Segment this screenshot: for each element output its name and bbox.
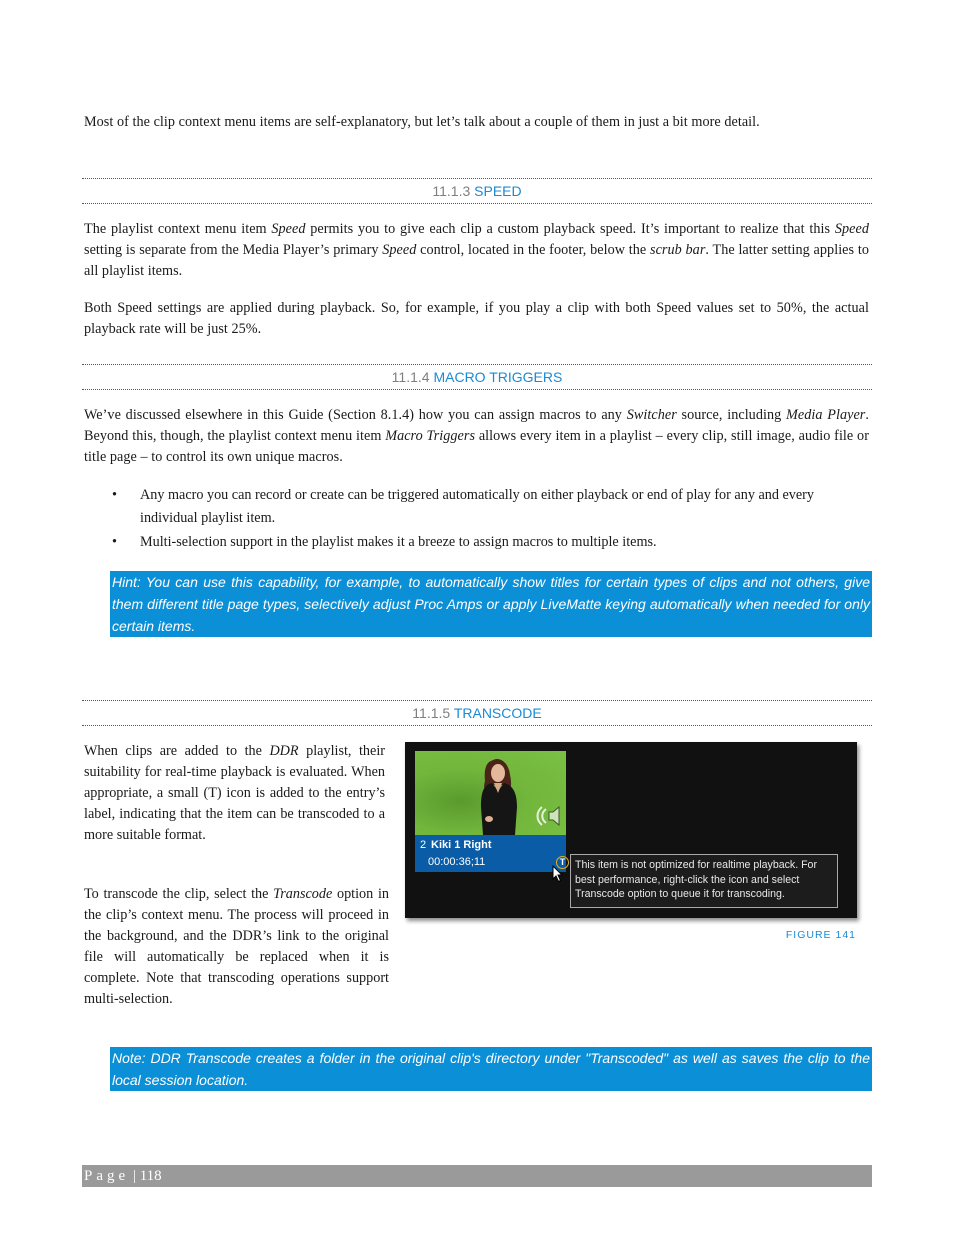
figure-caption: FIGURE 141: [785, 929, 856, 941]
section-title: MACRO TRIGGERS: [433, 369, 563, 385]
transcode-tooltip: This item is not optimized for realtime …: [570, 854, 838, 908]
section-number: 11.1.3: [432, 183, 471, 199]
macro-bullet-list: • Any macro you can record or create can…: [84, 484, 869, 555]
bullet-item: • Any macro you can record or create can…: [84, 484, 869, 530]
emphasis-text: Speed: [271, 221, 306, 237]
page-separator: |: [132, 1168, 136, 1184]
bullet-item: • Multi-selection support in the playlis…: [84, 531, 869, 554]
bullet-text: Multi-selection support in the playlist …: [140, 534, 657, 550]
section-title: SPEED: [474, 183, 522, 199]
presenter-image: [481, 759, 517, 835]
section-number: 11.1.4: [391, 369, 430, 385]
clip-index: 2: [420, 839, 427, 851]
emphasis-text: Macro Triggers: [385, 428, 476, 444]
clip-duration: 00:00:36;11: [428, 856, 486, 868]
section-number: 11.1.5: [412, 705, 451, 721]
hint-callout: Hint: You can use this capability, for e…: [110, 571, 872, 637]
intro-paragraph: Most of the clip context menu items are …: [84, 114, 760, 130]
page-footer: Page | 118: [82, 1165, 872, 1187]
figure-ddr-playlist-screenshot: 2 Kiki 1 Right 00:00:36;11 T This item i…: [405, 742, 857, 918]
bullet-icon: •: [112, 534, 117, 550]
emphasis-text: DDR: [269, 743, 299, 759]
bullet-text: Any macro you can record or create can b…: [140, 487, 814, 526]
document-page: Most of the clip context menu items are …: [0, 0, 954, 1235]
section-heading-speed: 11.1.3 SPEED: [82, 178, 872, 204]
emphasis-text: Switcher: [626, 407, 677, 423]
audio-speaker-icon: [536, 805, 560, 827]
page-number: 118: [139, 1168, 162, 1184]
page-label: Page: [84, 1168, 130, 1184]
bullet-icon: •: [112, 487, 117, 503]
mouse-pointer-icon: [552, 865, 564, 883]
clip-thumbnail[interactable]: [415, 751, 566, 835]
section-title: TRANSCODE: [453, 705, 542, 721]
emphasis-text: scrub bar: [650, 242, 706, 258]
emphasis-text: Speed: [382, 242, 417, 258]
clip-label[interactable]: 2 Kiki 1 Right 00:00:36;11 T: [415, 835, 569, 872]
section-heading-macro-triggers: 11.1.4 MACRO TRIGGERS: [82, 364, 872, 390]
transcode-paragraph-1: When clips are added to the DDR playlist…: [84, 743, 385, 843]
transcode-paragraph-2: To transcode the clip, select the Transc…: [84, 886, 389, 1007]
speed-paragraph-2: Both Speed settings are applied during p…: [84, 300, 869, 337]
section-heading-transcode: 11.1.5 TRANSCODE: [82, 700, 872, 726]
macro-paragraph-1: We’ve discussed elsewhere in this Guide …: [84, 407, 869, 465]
speed-paragraph-1: The playlist context menu item Speed per…: [84, 221, 869, 279]
emphasis-text: Transcode: [273, 886, 333, 902]
emphasis-text: Media Player: [786, 407, 866, 423]
note-callout: Note: DDR Transcode creates a folder in …: [110, 1047, 872, 1091]
emphasis-text: Speed: [834, 221, 869, 237]
clip-name: Kiki 1 Right: [431, 839, 492, 851]
